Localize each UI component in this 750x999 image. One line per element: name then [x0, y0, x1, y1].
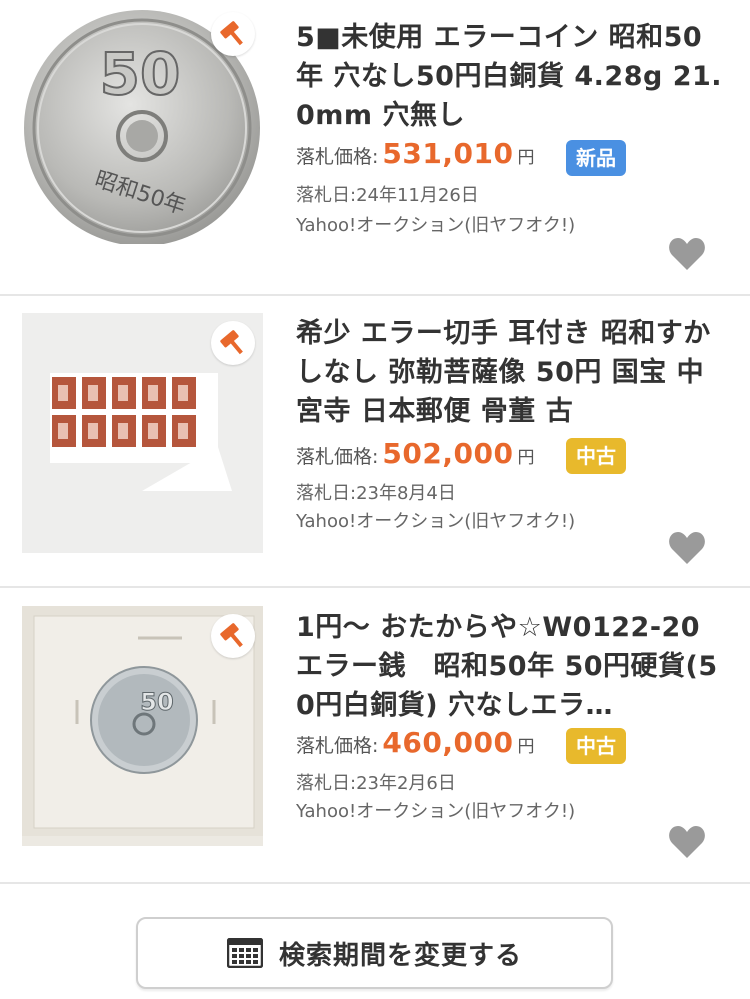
hammer-icon: [220, 21, 243, 46]
price-label: 落札価格:: [296, 735, 379, 757]
search-button-label: 検索期間を変更する: [278, 940, 522, 971]
price-unit: 円: [517, 448, 535, 468]
favorite-heart-icon[interactable]: [668, 530, 706, 566]
item-source: Yahoo!オークション(旧ヤフオク!): [296, 801, 576, 822]
condition-badge: 新品: [566, 140, 626, 176]
price-value: 502,000: [382, 437, 514, 470]
item-date: 落札日:23年2月6日: [296, 773, 456, 794]
coin-denomination: 50: [140, 688, 173, 716]
coin-denomination: 50: [100, 40, 181, 108]
price-row: 落札価格: 460,000 円: [296, 726, 534, 766]
change-search-period-button[interactable]: 検索期間を変更する: [136, 917, 613, 989]
item-source: Yahoo!オークション(旧ヤフオク!): [296, 511, 576, 532]
favorite-heart-icon[interactable]: [668, 824, 706, 860]
item-thumbnail[interactable]: 50: [22, 606, 263, 846]
price-label: 落札価格:: [296, 446, 379, 468]
price-unit: 円: [517, 148, 535, 168]
price-value: 531,010: [382, 137, 514, 170]
favorite-heart-icon[interactable]: [668, 236, 706, 272]
condition-badge: 中古: [566, 438, 626, 474]
price-unit: 円: [517, 737, 535, 757]
hammer-icon: [220, 330, 243, 355]
price-value: 460,000: [382, 726, 514, 759]
item-source: Yahoo!オークション(旧ヤフオク!): [296, 215, 576, 236]
auction-item[interactable]: 50 昭和50年 5■未使用 エラーコイン 昭和50年 穴なし50円白銅貨 4.…: [0, 0, 750, 296]
condition-badge: 中古: [566, 728, 626, 764]
item-title[interactable]: 希少 エラー切手 耳付き 昭和すかしなし 弥勒菩薩像 50円 国宝 中宮寺 日本…: [296, 314, 726, 431]
auction-hammer-badge: [211, 321, 255, 365]
item-thumbnail[interactable]: [22, 313, 263, 553]
auction-hammer-badge: [211, 614, 255, 658]
item-date: 落札日:24年11月26日: [296, 185, 479, 206]
item-thumbnail[interactable]: 50 昭和50年: [22, 4, 263, 244]
price-row: 落札価格: 502,000 円: [296, 437, 534, 477]
hammer-icon: [220, 623, 243, 648]
item-date: 落札日:23年8月4日: [296, 483, 456, 504]
price-label: 落札価格:: [296, 146, 379, 168]
calendar-icon: [226, 938, 263, 968]
item-title[interactable]: 5■未使用 エラーコイン 昭和50年 穴なし50円白銅貨 4.28g 21.0m…: [296, 18, 726, 135]
auction-hammer-badge: [211, 12, 255, 56]
price-row: 落札価格: 531,010 円: [296, 137, 534, 177]
auction-item[interactable]: 希少 エラー切手 耳付き 昭和すかしなし 弥勒菩薩像 50円 国宝 中宮寺 日本…: [0, 296, 750, 588]
auction-item[interactable]: 50 1円〜 おたからや☆W0122-20 エラー銭 昭和50年 50円硬貨(5…: [0, 588, 750, 884]
item-title[interactable]: 1円〜 おたからや☆W0122-20 エラー銭 昭和50年 50円硬貨(50円白…: [296, 608, 726, 725]
